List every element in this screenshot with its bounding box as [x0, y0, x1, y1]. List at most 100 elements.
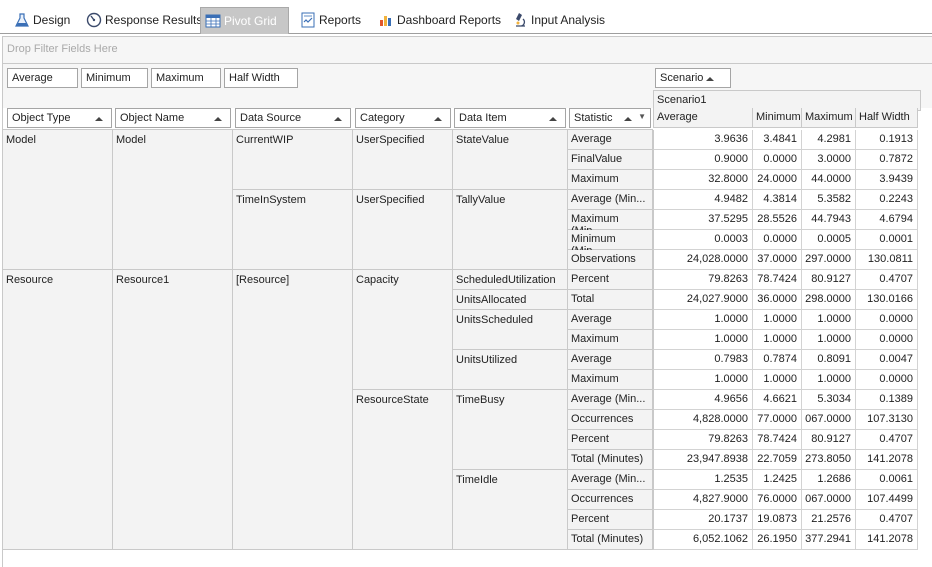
value-cell[interactable]: 28.5526	[753, 210, 802, 230]
value-cell[interactable]: 77.0000	[753, 410, 802, 430]
row-field-data-source[interactable]: Data Source	[235, 108, 351, 128]
value-cell[interactable]: 24,027.9000	[653, 290, 753, 310]
tab-design[interactable]: Design	[10, 7, 70, 32]
value-cell[interactable]: 0.0047	[856, 350, 918, 370]
value-cell[interactable]: 067.0000	[802, 410, 856, 430]
statistic-cell[interactable]: FinalValue	[568, 150, 653, 170]
tab-pivot-grid[interactable]: Pivot Grid	[200, 7, 289, 34]
data-item-group-cell[interactable]: UnitsUtilized	[453, 350, 568, 390]
value-cell[interactable]: 80.9127	[802, 430, 856, 450]
value-cell[interactable]: 24.0000	[753, 170, 802, 190]
object-type-group-cell[interactable]: Model	[3, 130, 113, 270]
row-field-object-type[interactable]: Object Type	[7, 108, 112, 128]
data-item-group-cell[interactable]: UnitsAllocated	[453, 290, 568, 310]
value-cell[interactable]: 78.7424	[753, 270, 802, 290]
data-item-group-cell[interactable]: ScheduledUtilization	[453, 270, 568, 290]
data-source-group-cell[interactable]: [Resource]	[233, 270, 353, 550]
value-cell[interactable]: 44.0000	[802, 170, 856, 190]
value-cell[interactable]: 0.1389	[856, 390, 918, 410]
value-cell[interactable]: 130.0811	[856, 250, 918, 270]
statistic-cell[interactable]: Percent	[568, 510, 653, 530]
data-item-group-cell[interactable]: TimeBusy	[453, 390, 568, 470]
value-cell[interactable]: 78.7424	[753, 430, 802, 450]
value-cell[interactable]: 26.1950	[753, 530, 802, 550]
value-cell[interactable]: 0.8091	[802, 350, 856, 370]
value-cell[interactable]: 6,052.1062	[653, 530, 753, 550]
value-cell[interactable]: 80.9127	[802, 270, 856, 290]
category-group-cell[interactable]: Capacity	[353, 270, 453, 390]
row-field-category[interactable]: Category	[355, 108, 451, 128]
statistic-cell[interactable]: Observations	[568, 250, 653, 270]
tab-reports[interactable]: Reports	[296, 7, 361, 32]
value-cell[interactable]: 0.4707	[856, 430, 918, 450]
filter-drop-area[interactable]: Drop Filter Fields Here	[2, 36, 932, 63]
data-field-half-width[interactable]: Half Width	[224, 68, 298, 88]
statistic-cell[interactable]: Average (Min...	[568, 190, 653, 210]
value-cell[interactable]: 0.0001	[856, 230, 918, 250]
value-cell[interactable]: 1.2686	[802, 470, 856, 490]
statistic-cell[interactable]: Minimum (Min...	[568, 230, 653, 257]
statistic-cell[interactable]: Total (Minutes)	[568, 530, 653, 550]
value-cell[interactable]: 79.8263	[653, 430, 753, 450]
value-cell[interactable]: 44.7943	[802, 210, 856, 230]
statistic-cell[interactable]: Total (Minutes)	[568, 450, 653, 470]
value-cell[interactable]: 37.0000	[753, 250, 802, 270]
value-cell[interactable]: 24,028.0000	[653, 250, 753, 270]
value-cell[interactable]: 1.0000	[753, 310, 802, 330]
data-field-average[interactable]: Average	[7, 68, 78, 88]
tab-input-analysis[interactable]: Input Analysis	[508, 7, 605, 32]
value-cell[interactable]: 76.0000	[753, 490, 802, 510]
value-cell[interactable]: 4.2981	[802, 130, 856, 150]
statistic-cell[interactable]: Average	[568, 350, 653, 370]
object-name-group-cell[interactable]: Model	[113, 130, 233, 270]
value-cell[interactable]: 0.0005	[802, 230, 856, 250]
object-type-group-cell[interactable]: Resource	[3, 270, 113, 550]
statistic-cell[interactable]: Percent	[568, 430, 653, 450]
value-cell[interactable]: 1.2535	[653, 470, 753, 490]
value-cell[interactable]: 0.1913	[856, 130, 918, 150]
value-cell[interactable]: 0.0000	[856, 370, 918, 390]
statistic-cell[interactable]: Average	[568, 310, 653, 330]
value-cell[interactable]: 298.0000	[802, 290, 856, 310]
statistic-cell[interactable]: Maximum	[568, 330, 653, 350]
value-cell[interactable]: 32.8000	[653, 170, 753, 190]
value-cell[interactable]: 19.0873	[753, 510, 802, 530]
value-cell[interactable]: 297.0000	[802, 250, 856, 270]
statistic-cell[interactable]: Occurrences	[568, 410, 653, 430]
statistic-cell[interactable]: Total	[568, 290, 653, 310]
value-header-half-width[interactable]: Half Width	[856, 108, 918, 128]
statistic-cell[interactable]: Percent	[568, 270, 653, 290]
category-group-cell[interactable]: ResourceState	[353, 390, 453, 550]
value-cell[interactable]: 20.1737	[653, 510, 753, 530]
value-cell[interactable]: 4.6621	[753, 390, 802, 410]
value-cell[interactable]: 130.0166	[856, 290, 918, 310]
value-header-average[interactable]: Average	[653, 108, 753, 128]
value-cell[interactable]: 1.0000	[753, 330, 802, 350]
value-cell[interactable]: 1.0000	[802, 370, 856, 390]
value-cell[interactable]: 0.0000	[856, 310, 918, 330]
value-cell[interactable]: 79.8263	[653, 270, 753, 290]
data-item-group-cell[interactable]: UnitsScheduled	[453, 310, 568, 350]
value-cell[interactable]: 0.7983	[653, 350, 753, 370]
value-cell[interactable]: 1.0000	[653, 310, 753, 330]
statistic-cell[interactable]: Maximum	[568, 170, 653, 190]
value-cell[interactable]: 22.7059	[753, 450, 802, 470]
value-cell[interactable]: 4.6794	[856, 210, 918, 230]
category-group-cell[interactable]: UserSpecified	[353, 130, 453, 190]
data-item-group-cell[interactable]: TallyValue	[453, 190, 568, 270]
value-cell[interactable]: 4,828.0000	[653, 410, 753, 430]
value-cell[interactable]: 3.9636	[653, 130, 753, 150]
statistic-cell[interactable]: Maximum (Min...	[568, 210, 653, 237]
value-cell[interactable]: 0.7872	[856, 150, 918, 170]
value-cell[interactable]: 3.4841	[753, 130, 802, 150]
data-item-group-cell[interactable]: StateValue	[453, 130, 568, 190]
tab-response-results[interactable]: Response Results	[82, 7, 202, 32]
value-cell[interactable]: 1.0000	[802, 310, 856, 330]
statistic-cell[interactable]: Average	[568, 130, 653, 150]
value-header-minimum[interactable]: Minimum	[753, 108, 802, 128]
column-field-scenario[interactable]: Scenario	[655, 68, 731, 88]
value-cell[interactable]: 0.2243	[856, 190, 918, 210]
statistic-cell[interactable]: Average (Min...	[568, 470, 653, 490]
value-cell[interactable]: 1.0000	[653, 370, 753, 390]
value-cell[interactable]: 0.0000	[753, 150, 802, 170]
